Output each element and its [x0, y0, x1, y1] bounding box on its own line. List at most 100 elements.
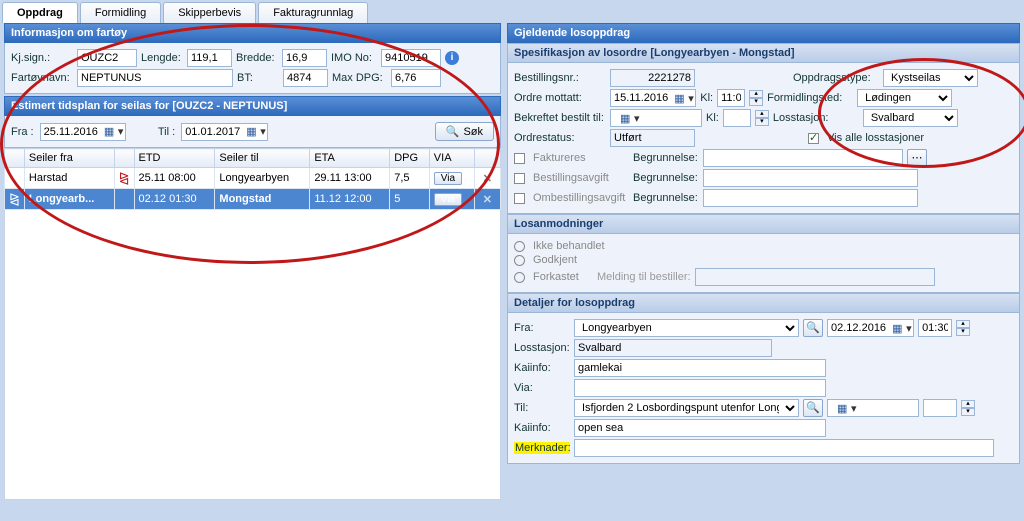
- kl-label: Kl:: [700, 92, 713, 104]
- forkastet-radio[interactable]: [514, 272, 525, 283]
- table-row[interactable]: Harstad ⧎ 25.11 08:00 Longyearbyen 29.11…: [5, 168, 501, 189]
- bestnr-field: [610, 69, 695, 87]
- tab-oppdrag[interactable]: Oppdrag: [2, 2, 78, 23]
- bredde-field[interactable]: [282, 49, 327, 67]
- calendar-icon: ▦: [889, 322, 903, 335]
- til-date-input[interactable]: ▦▾: [827, 399, 919, 417]
- til-label: Til:: [514, 402, 570, 414]
- time-spinner[interactable]: ▴▾: [749, 90, 763, 106]
- tab-fakturagrunnlag[interactable]: Fakturagrunnlag: [258, 2, 368, 23]
- ordre-date-input[interactable]: 15.11.2016▦▾: [610, 89, 696, 107]
- calendar-icon: ▦: [834, 402, 848, 415]
- lookup-button[interactable]: 🔍: [803, 319, 823, 337]
- col-seilertil[interactable]: Seiler til: [215, 149, 310, 168]
- col-dpg[interactable]: DPG: [390, 149, 430, 168]
- via-field[interactable]: [574, 379, 826, 397]
- formidling-select[interactable]: Lødingen: [857, 89, 952, 107]
- begrunnelse-field[interactable]: [703, 169, 918, 187]
- calendar-icon: ▦: [617, 112, 631, 125]
- bestavgift-checkbox[interactable]: [514, 173, 525, 184]
- til-time-field[interactable]: [923, 399, 957, 417]
- ikke-radio[interactable]: [514, 241, 525, 252]
- current-header: Gjeldende losoppdrag: [507, 23, 1020, 43]
- ordrestatus-field: [610, 129, 695, 147]
- ordrestatus-label: Ordrestatus:: [514, 132, 606, 144]
- search-button[interactable]: 🔍Søk: [435, 122, 494, 141]
- chevron-down-icon: ▾: [631, 112, 641, 125]
- visalle-checkbox[interactable]: [808, 133, 819, 144]
- fra-date-input[interactable]: 25.11.2016▦▾: [40, 123, 126, 141]
- tab-bar: Oppdrag Formidling Skipperbevis Fakturag…: [0, 0, 1024, 23]
- detail-header: Detaljer for losoppdrag: [507, 293, 1020, 313]
- time-spinner[interactable]: ▴▾: [956, 320, 970, 336]
- via-label: Via:: [514, 382, 570, 394]
- formidling-label: Formidlingsted:: [767, 92, 853, 104]
- kaiinfo-fra-field[interactable]: [574, 359, 826, 377]
- navn-label: Fartøynavn:: [11, 72, 73, 84]
- via-button[interactable]: Via: [434, 172, 462, 185]
- lookup-button[interactable]: 🔍: [803, 399, 823, 417]
- time-spinner[interactable]: ▴▾: [755, 110, 769, 126]
- chevron-down-icon: ▾: [257, 125, 267, 138]
- kjsign-field[interactable]: [77, 49, 137, 67]
- close-icon[interactable]: ✕: [479, 194, 496, 206]
- lengde-field[interactable]: [187, 49, 232, 67]
- begrunnelse-field[interactable]: [703, 189, 918, 207]
- melding-field[interactable]: [695, 268, 935, 286]
- via-button[interactable]: Via: [434, 193, 462, 206]
- col-spacer: [5, 149, 25, 168]
- chevron-down-icon: ▾: [903, 322, 913, 335]
- bekreftet-date-input[interactable]: ▦▾: [610, 109, 702, 127]
- col-eta[interactable]: ETA: [310, 149, 390, 168]
- bekreftet-kl-field[interactable]: [723, 109, 751, 127]
- navn-field[interactable]: [77, 69, 233, 87]
- bestnr-label: Bestillingsnr.:: [514, 72, 606, 84]
- tab-formidling[interactable]: Formidling: [80, 2, 161, 23]
- til-date-input[interactable]: 01.01.2017▦▾: [181, 123, 268, 141]
- godkjent-radio[interactable]: [514, 255, 525, 266]
- col-via[interactable]: VIA: [429, 149, 474, 168]
- til-select[interactable]: Isfjorden 2 Losbordingspunt utenfor Long…: [574, 399, 799, 417]
- ombestavgift-checkbox[interactable]: [514, 193, 525, 204]
- kaiinfo-label: Kaiinfo:: [514, 362, 570, 374]
- table-row[interactable]: ⧎ Longyearb... 02.12 01:30 Mongstad 11.1…: [5, 189, 501, 210]
- maxdpg-field[interactable]: [391, 69, 441, 87]
- ordre-label: Ordre mottatt:: [514, 92, 606, 104]
- melding-label: Melding til bestiller:: [597, 271, 691, 283]
- losstasjon-select[interactable]: Svalbard: [863, 109, 958, 127]
- lookup-button[interactable]: ⋯: [907, 149, 927, 167]
- fra-time-field[interactable]: [918, 319, 952, 337]
- merknader-label: Merknader:: [514, 442, 570, 454]
- merknader-field[interactable]: [574, 439, 994, 457]
- vessel-info-header: Informasjon om fartøy: [4, 23, 501, 43]
- losstasjon-field: [574, 339, 772, 357]
- bestavgift-label: Bestillingsavgift: [533, 172, 629, 184]
- chevron-down-icon: ▾: [848, 402, 858, 415]
- fra-select[interactable]: Longyearbyen: [574, 319, 799, 337]
- col-etd[interactable]: ETD: [134, 149, 215, 168]
- faktureres-checkbox[interactable]: [514, 153, 525, 164]
- search-icon: 🔍: [446, 125, 460, 138]
- oppdragstype-select[interactable]: Kystseilas: [883, 69, 978, 87]
- begrunnelse-field[interactable]: [703, 149, 903, 167]
- kaiinfo-til-field[interactable]: [574, 419, 826, 437]
- kl-label: Kl:: [706, 112, 719, 124]
- move-icon[interactable]: ⧎: [9, 191, 20, 206]
- begrunnelse-label: Begrunnelse:: [633, 152, 699, 164]
- imo-field[interactable]: [381, 49, 441, 67]
- info-icon[interactable]: i: [445, 51, 459, 65]
- fra-date-input[interactable]: 02.12.2016▦▾: [827, 319, 914, 337]
- bt-field[interactable]: [283, 69, 328, 87]
- chevron-down-icon: ▾: [685, 92, 695, 105]
- calendar-icon: ▦: [243, 125, 257, 138]
- time-spinner[interactable]: ▴▾: [961, 400, 975, 416]
- tab-skipperbevis[interactable]: Skipperbevis: [163, 2, 256, 23]
- bredde-label: Bredde:: [236, 52, 278, 64]
- calendar-icon: ▦: [101, 125, 115, 138]
- ordre-kl-field[interactable]: [717, 89, 745, 107]
- faktureres-label: Faktureres: [533, 152, 629, 164]
- move-icon[interactable]: ⧎: [119, 170, 130, 185]
- col-seilerfra[interactable]: Seiler fra: [24, 149, 114, 168]
- close-icon[interactable]: ✕: [479, 173, 496, 185]
- seilas-table: Seiler fra ETD Seiler til ETA DPG VIA Ha…: [4, 148, 501, 210]
